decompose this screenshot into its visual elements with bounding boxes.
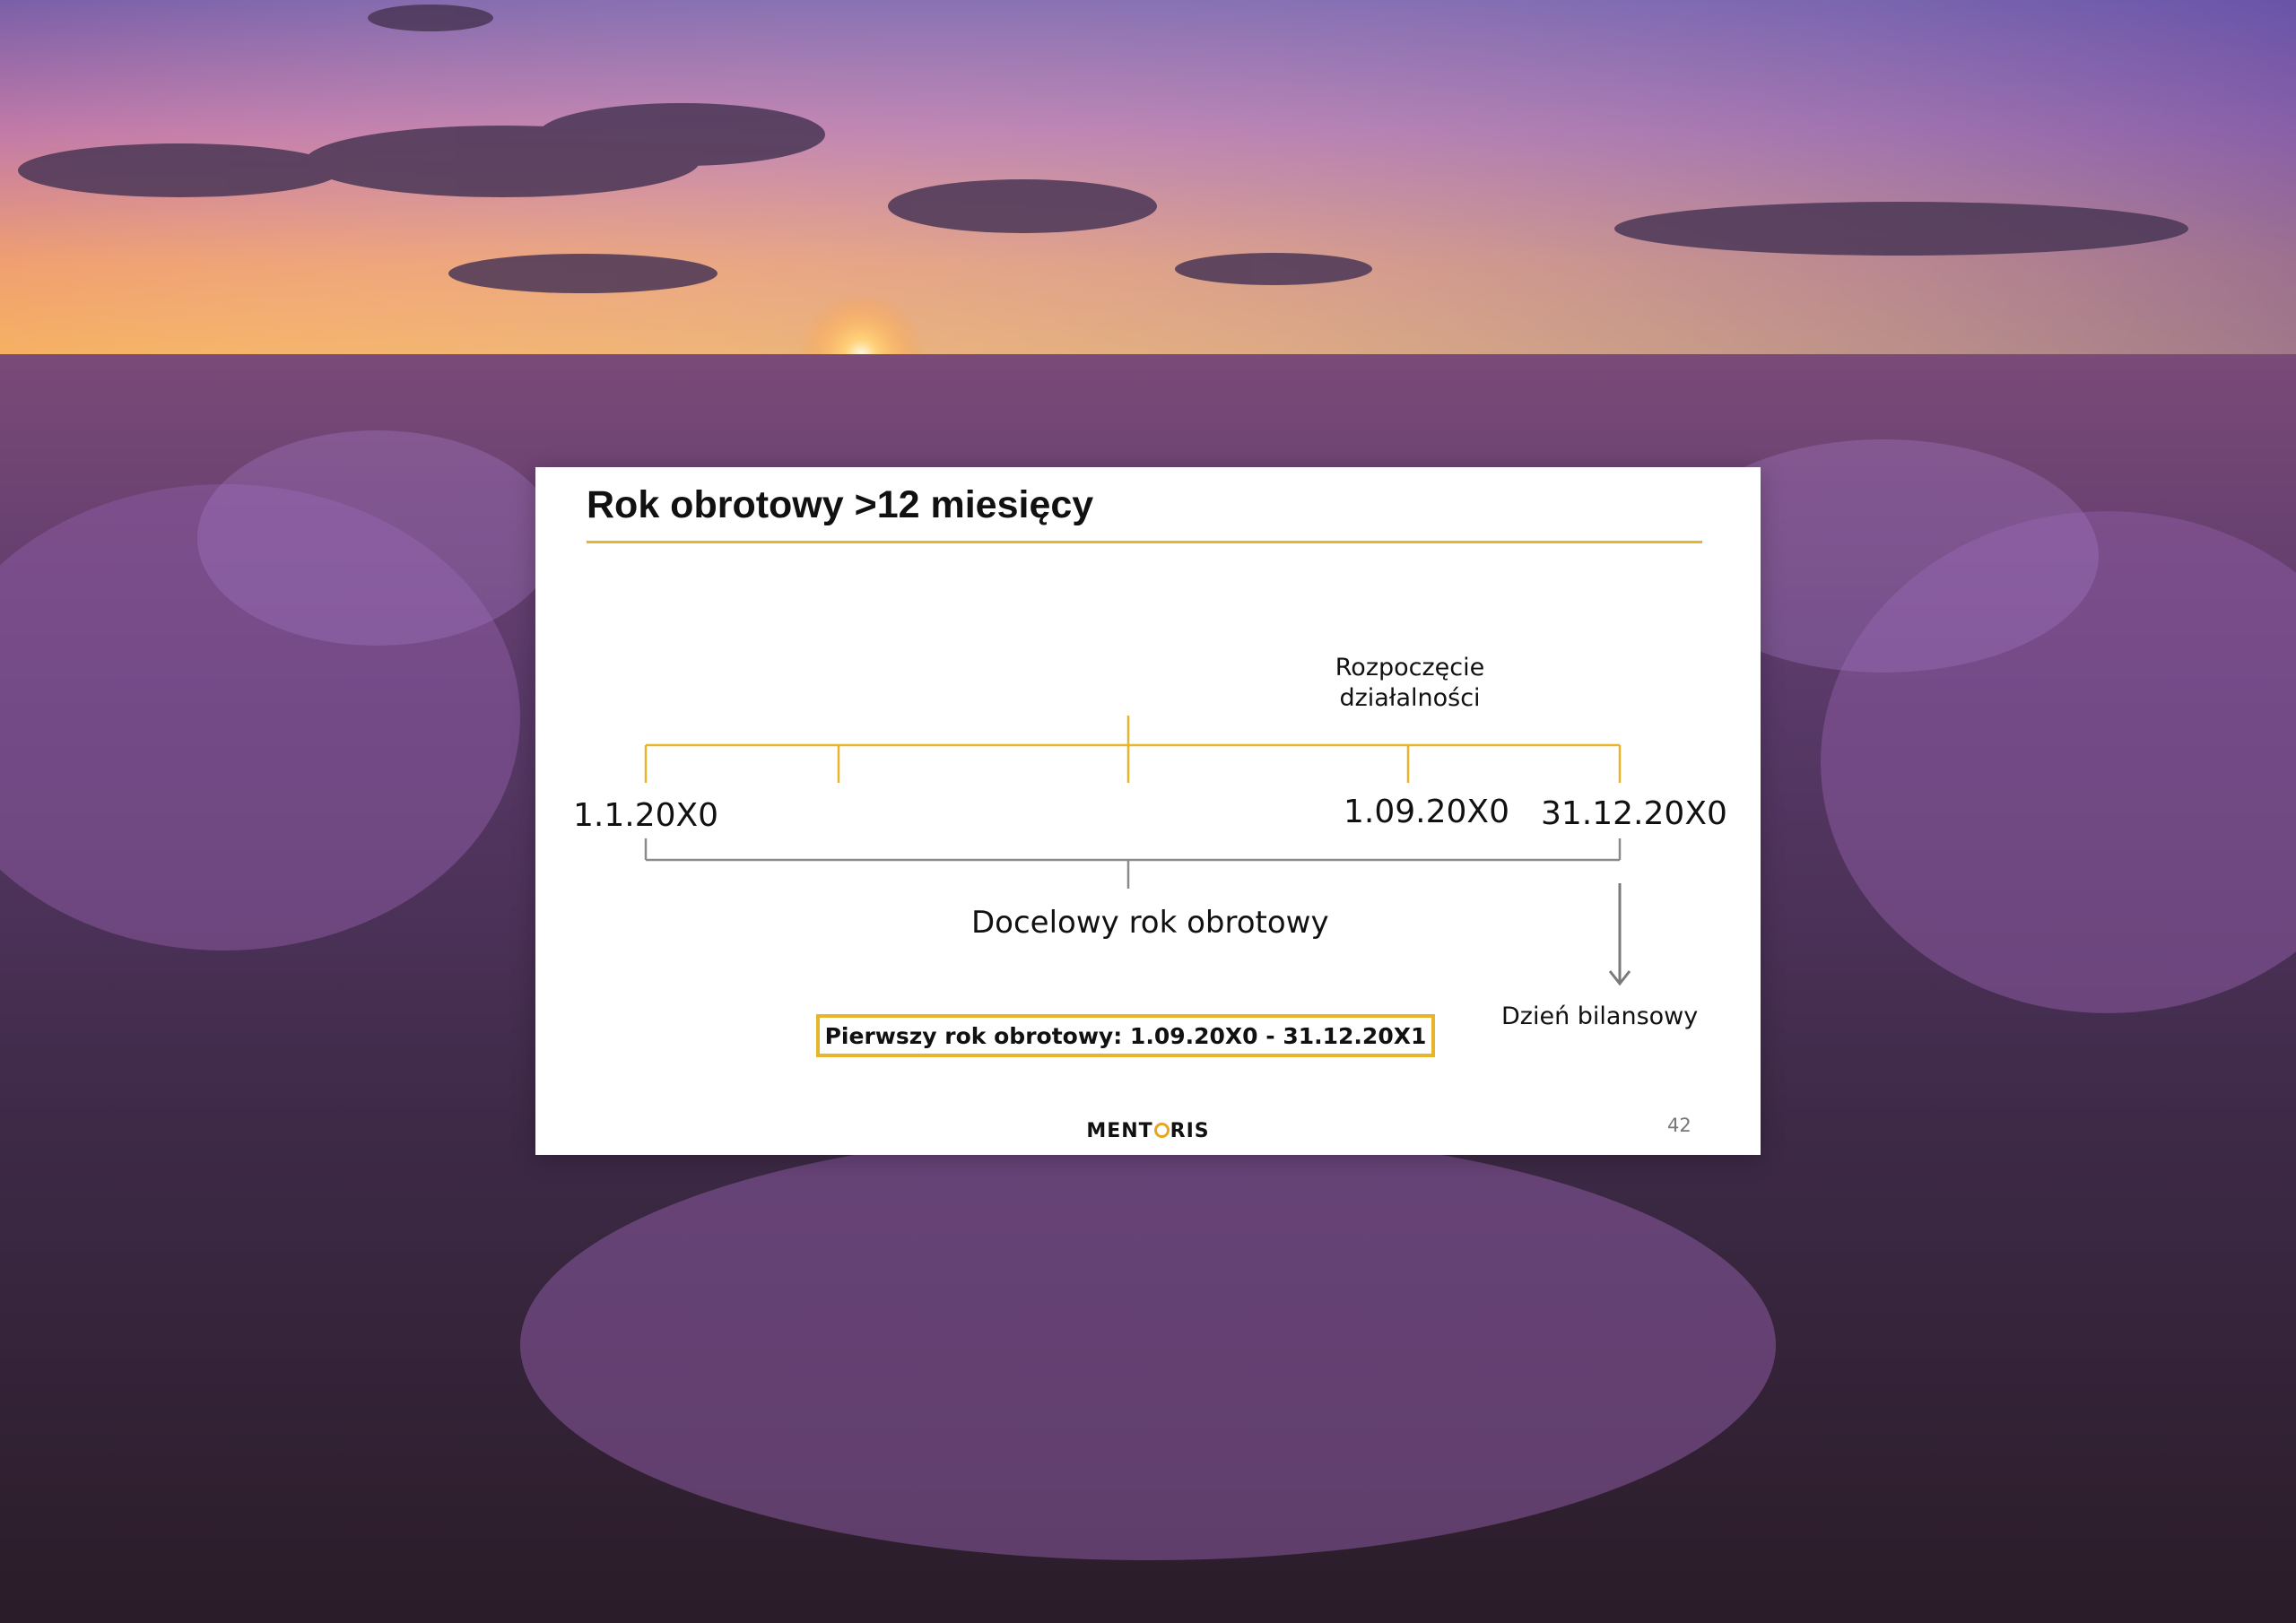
activity-start-label: Rozpoczęcie działalności bbox=[1335, 654, 1485, 712]
page-number: 42 bbox=[1667, 1115, 1692, 1136]
activity-start-date-label: 1.09.20X0 bbox=[1344, 794, 1509, 830]
start-date-label: 1.1.20X0 bbox=[573, 797, 719, 834]
yellow-timeline-bracket bbox=[644, 716, 1622, 783]
first-year-callout: Pierwszy rok obrotowy: 1.09.20X0 - 31.12… bbox=[816, 1014, 1435, 1057]
logo-o-ring-icon bbox=[1153, 1123, 1170, 1138]
balance-day-arrow bbox=[1608, 883, 1631, 986]
mentoris-logo: MENT RIS bbox=[535, 1120, 1761, 1142]
grey-target-year-bracket bbox=[644, 838, 1622, 889]
logo-text-start: MENT bbox=[1086, 1120, 1153, 1142]
target-year-label: Docelowy rok obrotowy bbox=[971, 905, 1329, 941]
logo-text-end: RIS bbox=[1170, 1120, 1210, 1142]
presentation-slide: Rok obrotowy >12 miesięcy Rozpoczęcie dz… bbox=[535, 467, 1761, 1155]
end-date-label: 31.12.20X0 bbox=[1541, 795, 1727, 832]
balance-day-label: Dzień bilansowy bbox=[1501, 1002, 1699, 1030]
